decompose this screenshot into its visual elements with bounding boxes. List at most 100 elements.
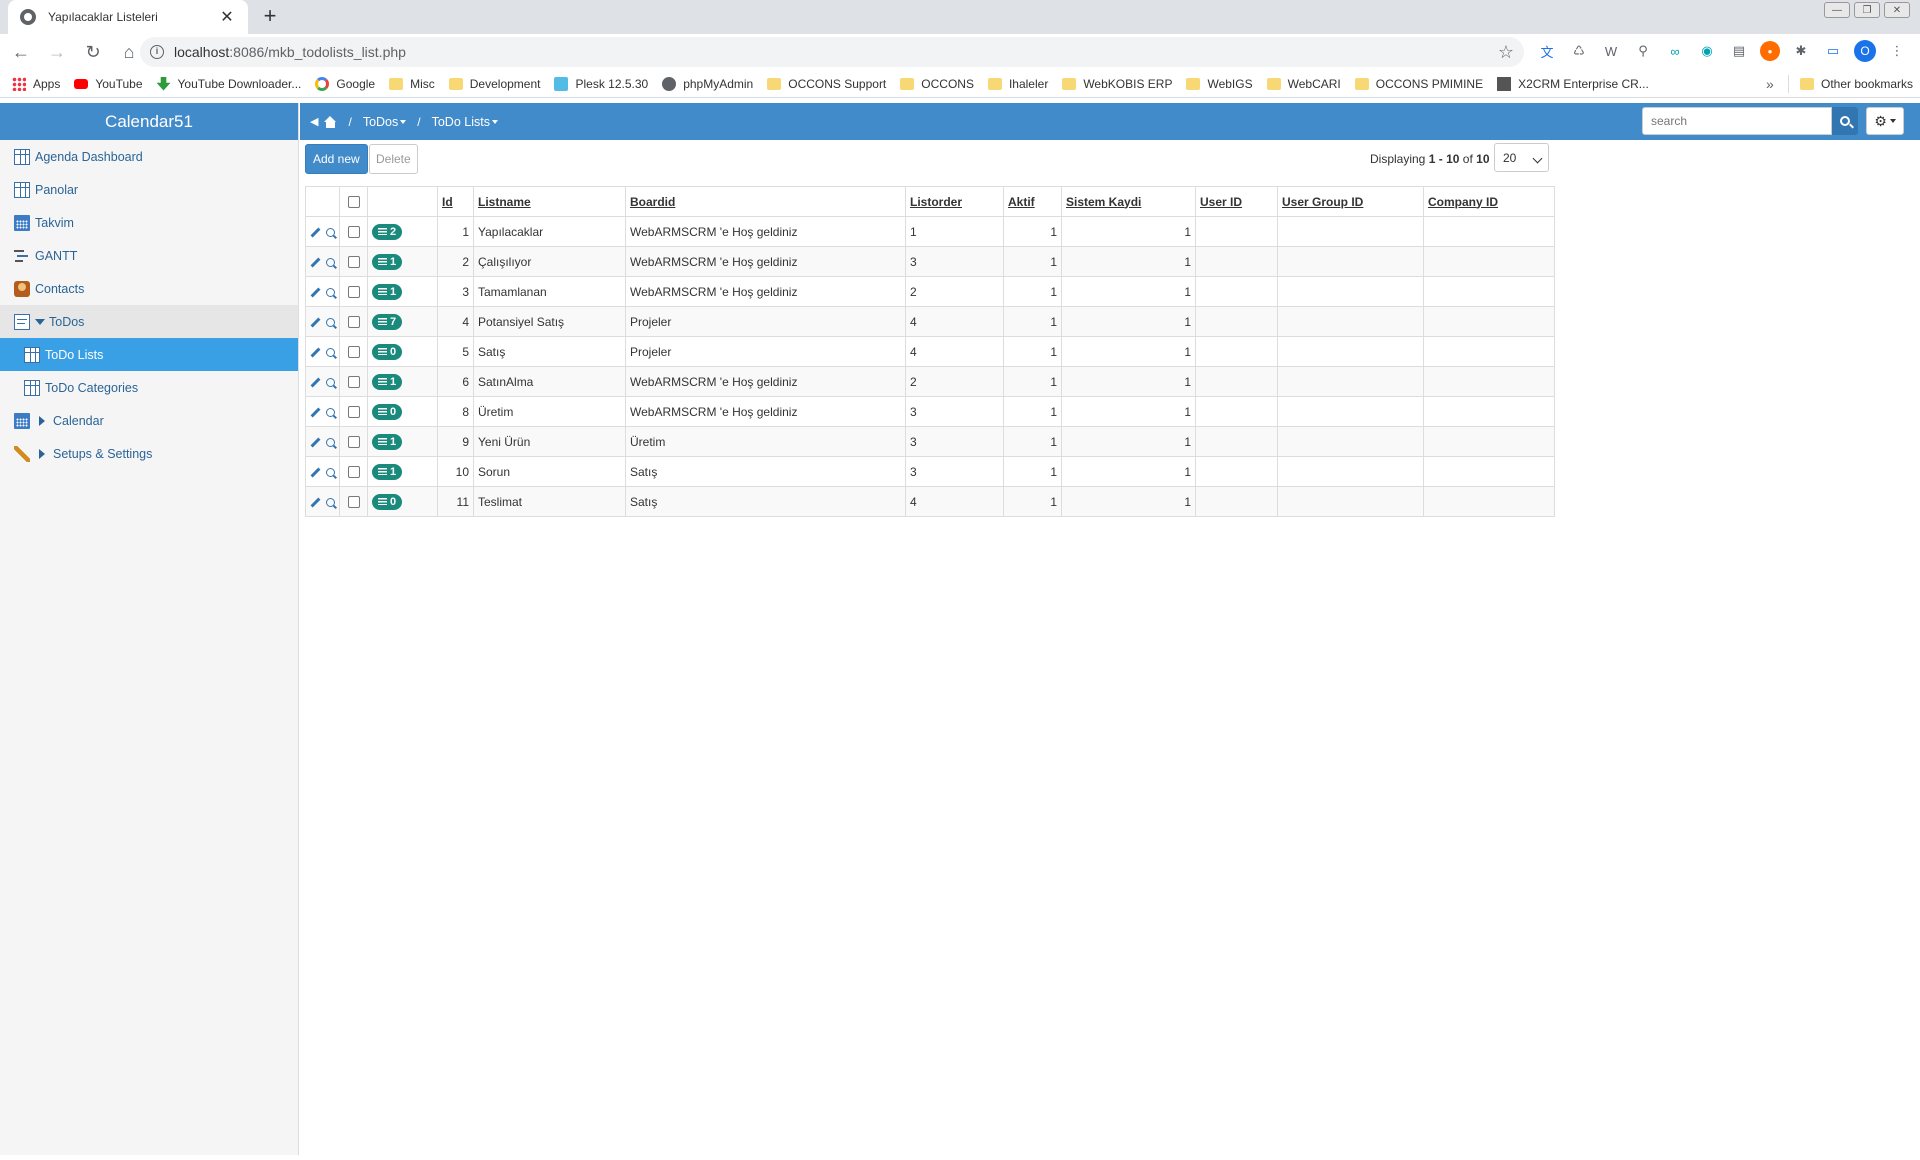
- sidebar-item-gantt[interactable]: GANTT: [0, 239, 298, 272]
- translate-icon[interactable]: 文: [1536, 40, 1558, 62]
- items-count-badge[interactable]: 0: [372, 403, 403, 420]
- kebab-menu-icon[interactable]: ⋮: [1886, 40, 1908, 62]
- header-user-group-id[interactable]: User Group ID: [1277, 186, 1424, 217]
- header-aktif[interactable]: Aktif: [1003, 186, 1062, 217]
- sidebar-item-todo-lists[interactable]: ToDo Lists: [0, 338, 298, 371]
- restore-button[interactable]: ❐: [1854, 2, 1880, 18]
- row-checkbox[interactable]: [347, 346, 360, 359]
- edit-icon[interactable]: [310, 257, 321, 268]
- info-icon[interactable]: i: [150, 45, 164, 59]
- edit-icon[interactable]: [310, 317, 321, 328]
- wikipedia-icon[interactable]: W: [1600, 40, 1622, 62]
- bookmark-item[interactable]: Google: [315, 76, 375, 91]
- recycle-icon[interactable]: ♺: [1568, 40, 1590, 62]
- row-checkbox[interactable]: [347, 436, 360, 449]
- view-icon[interactable]: [326, 467, 335, 477]
- items-count-badge[interactable]: 2: [372, 223, 403, 240]
- edit-icon[interactable]: [310, 407, 321, 418]
- header-boardid[interactable]: Boardid: [625, 186, 906, 217]
- profile-avatar[interactable]: O: [1854, 40, 1876, 62]
- back-arrow-icon[interactable]: ◀: [310, 115, 318, 128]
- more-bookmarks-icon[interactable]: »: [1766, 76, 1774, 92]
- breadcrumb-todos[interactable]: ToDos: [363, 115, 407, 129]
- infinity-icon[interactable]: ∞: [1664, 40, 1686, 62]
- items-count-badge[interactable]: 1: [372, 373, 403, 390]
- view-icon[interactable]: [326, 257, 335, 267]
- bookmark-item[interactable]: YouTube Downloader...: [156, 76, 301, 91]
- view-icon[interactable]: [326, 317, 335, 327]
- browser-tab[interactable]: Yapılacaklar Listeleri ✕: [8, 0, 248, 34]
- edit-icon[interactable]: [310, 287, 321, 298]
- items-count-badge[interactable]: 1: [372, 253, 403, 270]
- edit-icon[interactable]: [310, 497, 321, 508]
- sidebar-item-agenda-dashboard[interactable]: Agenda Dashboard: [0, 140, 298, 173]
- bookmark-item[interactable]: Ihaleler: [987, 77, 1048, 91]
- view-icon[interactable]: [326, 227, 335, 237]
- html-icon[interactable]: ▤: [1728, 40, 1750, 62]
- select-all-checkbox[interactable]: [347, 196, 360, 209]
- add-new-button[interactable]: Add new: [305, 144, 368, 174]
- view-icon[interactable]: [326, 437, 335, 447]
- sidebar-item-todos[interactable]: ToDos: [0, 305, 298, 338]
- header-listname[interactable]: Listname: [473, 186, 626, 217]
- address-bar[interactable]: i localhost:8086/mkb_todolists_list.php …: [140, 37, 1524, 67]
- header-id[interactable]: Id: [437, 186, 474, 217]
- sidebar-item-calendar[interactable]: Calendar: [0, 404, 298, 437]
- row-checkbox[interactable]: [347, 256, 360, 269]
- bookmark-item[interactable]: Development: [448, 77, 540, 91]
- edit-icon[interactable]: [310, 347, 321, 358]
- view-icon[interactable]: [326, 497, 335, 507]
- bookmark-item[interactable]: X2CRM Enterprise CR...: [1497, 76, 1649, 91]
- items-count-badge[interactable]: 1: [372, 463, 403, 480]
- row-checkbox[interactable]: [347, 466, 360, 479]
- reload-button[interactable]: ↻: [78, 37, 108, 67]
- forward-button[interactable]: →: [42, 37, 72, 67]
- colorzilla-icon[interactable]: ●: [1760, 41, 1780, 61]
- bookmark-item[interactable]: Misc: [389, 77, 435, 91]
- search-input[interactable]: [1642, 107, 1832, 135]
- edit-icon[interactable]: [310, 227, 321, 238]
- cast-icon[interactable]: ▭: [1822, 40, 1844, 62]
- window-close-button[interactable]: ✕: [1884, 2, 1910, 18]
- items-count-badge[interactable]: 0: [372, 343, 403, 360]
- minimize-button[interactable]: —: [1824, 2, 1850, 18]
- brand-title[interactable]: Calendar51: [0, 103, 298, 140]
- other-bookmarks[interactable]: Other bookmarks: [1800, 77, 1913, 91]
- view-icon[interactable]: [326, 377, 335, 387]
- home-icon[interactable]: [324, 115, 337, 128]
- sidebar-item-setups-settings[interactable]: Setups & Settings: [0, 437, 298, 470]
- delete-button[interactable]: Delete: [369, 144, 418, 174]
- close-icon[interactable]: ✕: [218, 7, 236, 27]
- sidebar-item-takvim[interactable]: Takvim: [0, 206, 298, 239]
- bookmark-item[interactable]: OCCONS: [900, 77, 974, 91]
- bookmark-item[interactable]: WebCARI: [1266, 77, 1341, 91]
- bookmark-item[interactable]: YouTube: [74, 77, 143, 91]
- header-company-id[interactable]: Company ID: [1423, 186, 1555, 217]
- sidebar-item-todo-categories[interactable]: ToDo Categories: [0, 371, 298, 404]
- header-sistem-kaydi[interactable]: Sistem Kaydi: [1061, 186, 1196, 217]
- row-checkbox[interactable]: [347, 496, 360, 509]
- view-icon[interactable]: [326, 347, 335, 357]
- items-count-badge[interactable]: 7: [372, 313, 403, 330]
- back-button[interactable]: ←: [6, 37, 36, 67]
- settings-dropdown-button[interactable]: ⚙: [1866, 107, 1904, 135]
- breadcrumb-todo-lists[interactable]: ToDo Lists: [432, 115, 498, 129]
- page-size-select[interactable]: 20: [1494, 143, 1549, 172]
- view-icon[interactable]: [326, 407, 335, 417]
- sidebar-item-panolar[interactable]: Panolar: [0, 173, 298, 206]
- row-checkbox[interactable]: [347, 406, 360, 419]
- bookmark-item[interactable]: OCCONS Support: [767, 77, 886, 91]
- items-count-badge[interactable]: 0: [372, 493, 403, 510]
- header-listorder[interactable]: Listorder: [905, 186, 1004, 217]
- sidebar-item-contacts[interactable]: Contacts: [0, 272, 298, 305]
- bookmark-item[interactable]: Apps: [12, 76, 60, 91]
- view-icon[interactable]: [326, 287, 335, 297]
- bookmark-item[interactable]: phpMyAdmin: [662, 76, 753, 91]
- search-button[interactable]: [1832, 107, 1858, 135]
- bookmark-item[interactable]: WebIGS: [1186, 77, 1253, 91]
- bookmark-item[interactable]: OCCONS PMIMINE: [1354, 77, 1483, 91]
- row-checkbox[interactable]: [347, 376, 360, 389]
- edit-icon[interactable]: [310, 377, 321, 388]
- items-count-badge[interactable]: 1: [372, 283, 403, 300]
- header-user-id[interactable]: User ID: [1195, 186, 1278, 217]
